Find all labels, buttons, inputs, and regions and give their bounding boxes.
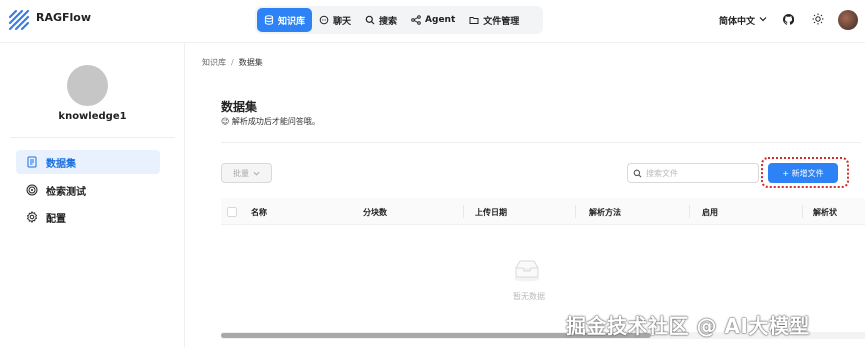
gear-icon: [26, 211, 38, 223]
nav-agent[interactable]: Agent: [404, 8, 462, 32]
column-separator: [689, 205, 690, 218]
breadcrumb: 知识库 / 数据集: [202, 57, 263, 68]
target-icon: [26, 184, 38, 196]
chat-icon: [319, 15, 329, 25]
agent-icon: [411, 15, 421, 25]
sidebar-item-label: 检索测试: [46, 186, 86, 198]
column-separator: [575, 205, 576, 218]
language-select[interactable]: 简体中文: [719, 14, 755, 27]
column-separator: [802, 205, 803, 218]
column-header-parse-status[interactable]: 解析状: [813, 207, 837, 218]
divider: [10, 137, 175, 138]
nav-knowledge-base[interactable]: 知识库: [257, 8, 313, 32]
add-file-button[interactable]: + 新增文件: [768, 163, 838, 183]
sidebar-item-dataset[interactable]: 数据集: [16, 150, 160, 174]
main-nav: 知识库 聊天 搜索 Agent 文件管理: [255, 6, 543, 34]
table-header: 名称 分块数 上传日期 解析方法 启用 解析状: [221, 198, 865, 225]
page-subtitle: 😉 解析成功后才能问答哦。: [221, 117, 320, 126]
theme-toggle-icon[interactable]: [812, 13, 824, 25]
nav-label: 聊天: [333, 16, 352, 27]
ragflow-logo-icon: [8, 9, 30, 31]
sidebar-item-label: 数据集: [46, 158, 76, 170]
column-header-name[interactable]: 名称: [251, 207, 267, 218]
nav-file-management[interactable]: 文件管理: [462, 8, 526, 32]
user-avatar[interactable]: [838, 10, 858, 30]
app-name: RAGFlow: [36, 11, 92, 24]
folder-icon: [469, 17, 479, 24]
knowledge-base-name: knowledge1: [58, 111, 127, 122]
github-icon[interactable]: [783, 14, 794, 25]
select-all-checkbox[interactable]: [227, 207, 237, 217]
column-header-upload-date[interactable]: 上传日期: [475, 207, 507, 218]
sidebar-item-label: 配置: [46, 213, 66, 225]
search-icon: [365, 15, 375, 25]
batch-dropdown[interactable]: 批量: [221, 163, 272, 183]
knowledge-base-avatar: [67, 65, 108, 106]
chevron-down-icon: [253, 171, 260, 176]
nav-label: 知识库: [278, 16, 306, 27]
breadcrumb-root[interactable]: 知识库: [202, 58, 226, 67]
nav-label: 文件管理: [483, 16, 520, 27]
database-icon: [264, 15, 274, 25]
divider: [221, 142, 861, 143]
top-navbar: RAGFlow 知识库 聊天 搜索 Agent 文件管理 简体中文: [0, 0, 865, 42]
sidebar-item-settings[interactable]: 配置: [16, 205, 160, 229]
column-separator: [463, 205, 464, 218]
nav-chat[interactable]: 聊天: [312, 8, 358, 32]
batch-label: 批量: [233, 168, 249, 178]
empty-inbox-icon: [514, 260, 540, 282]
document-icon: [27, 156, 37, 168]
empty-state-text: 暂无数据: [513, 292, 545, 301]
column-header-chunks[interactable]: 分块数: [363, 207, 387, 218]
breadcrumb-separator: /: [231, 58, 234, 67]
sidebar-item-retrieval-test[interactable]: 检索测试: [16, 178, 160, 202]
page-title: 数据集: [221, 100, 258, 114]
nav-search[interactable]: 搜索: [358, 8, 404, 32]
nav-label: Agent: [425, 15, 456, 25]
column-header-enabled[interactable]: 启用: [702, 207, 718, 218]
breadcrumb-current: 数据集: [238, 58, 263, 67]
column-header-parse-method[interactable]: 解析方法: [589, 207, 621, 218]
watermark: 掘金技术社区 @ AI大模型: [566, 314, 810, 338]
search-icon: [633, 169, 642, 177]
chevron-down-icon[interactable]: [759, 15, 767, 23]
search-input[interactable]: [646, 168, 746, 178]
nav-label: 搜索: [379, 16, 398, 27]
file-search[interactable]: [627, 163, 759, 183]
